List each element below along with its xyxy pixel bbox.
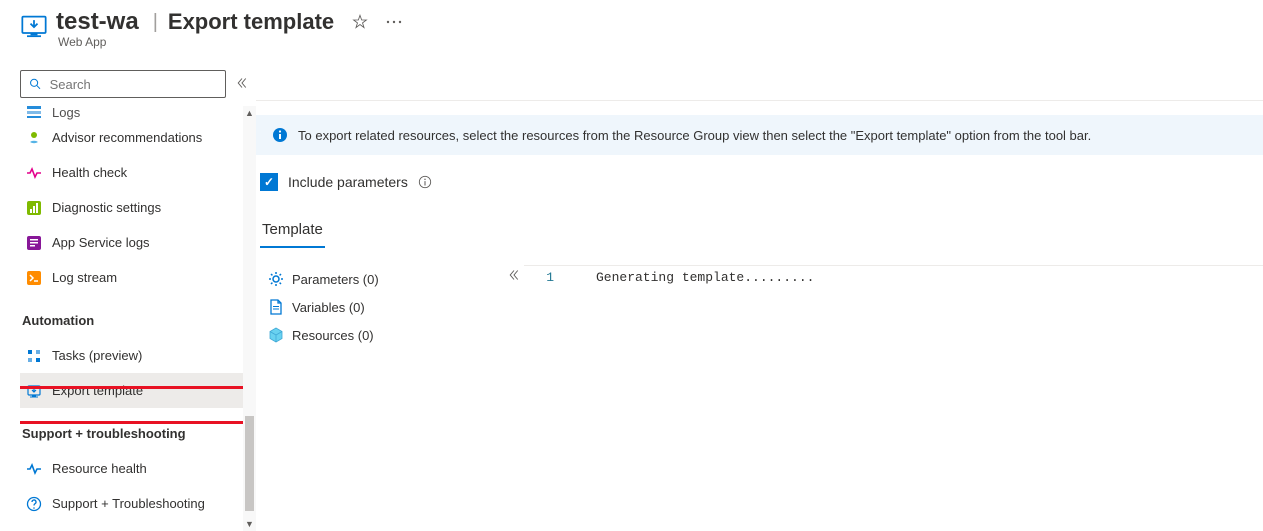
tree-variables[interactable]: Variables (0) bbox=[268, 293, 504, 321]
scroll-thumb[interactable] bbox=[245, 416, 254, 511]
editor-content: Generating template......... bbox=[566, 270, 1263, 349]
sidebar-item-label: Export template bbox=[52, 383, 143, 398]
sidebar-item-app-service-logs[interactable]: App Service logs bbox=[20, 225, 243, 260]
sidebar-item-export-template[interactable]: Export template bbox=[20, 373, 243, 408]
help-tooltip-icon[interactable] bbox=[418, 175, 432, 189]
tree-label: Resources (0) bbox=[292, 328, 374, 343]
scroll-up-button[interactable]: ▲ bbox=[243, 106, 256, 120]
tabs: Template bbox=[260, 215, 1263, 249]
gear-icon bbox=[268, 271, 284, 287]
include-parameters-checkbox[interactable]: ✓ bbox=[260, 173, 278, 191]
title-divider: | bbox=[153, 11, 158, 34]
sidebar-item-label: Resource health bbox=[52, 461, 147, 476]
more-button[interactable] bbox=[386, 20, 402, 24]
webapp-icon bbox=[20, 12, 48, 40]
tree-parameters[interactable]: Parameters (0) bbox=[268, 265, 504, 293]
sidebar-item-resource-health[interactable]: Resource health bbox=[20, 451, 243, 486]
tree-label: Parameters (0) bbox=[292, 272, 379, 287]
sidebar-item-label: Diagnostic settings bbox=[52, 200, 161, 215]
diagnostic-icon bbox=[26, 200, 42, 216]
sidebar: Logs Advisor recommendations Health chec… bbox=[0, 60, 256, 531]
resource-type: Web App bbox=[58, 35, 402, 49]
sidebar-item-label: Log stream bbox=[52, 270, 117, 285]
scroll-down-button[interactable]: ▼ bbox=[243, 517, 256, 531]
search-input[interactable] bbox=[48, 76, 217, 93]
cube-icon bbox=[268, 327, 284, 343]
file-icon bbox=[268, 299, 284, 315]
sidebar-item-label: Advisor recommendations bbox=[52, 130, 202, 145]
sidebar-section-support: Support + troubleshooting bbox=[20, 408, 243, 451]
log-stream-icon bbox=[26, 270, 42, 286]
advisor-icon bbox=[26, 130, 42, 146]
resource-health-icon bbox=[26, 461, 42, 477]
line-number: 1 bbox=[524, 270, 566, 349]
info-banner: To export related resources, select the … bbox=[256, 115, 1263, 155]
template-editor[interactable]: 1 Generating template......... bbox=[524, 265, 1263, 349]
sidebar-section-automation: Automation bbox=[20, 295, 243, 338]
checkmark-icon: ✓ bbox=[264, 175, 274, 189]
sidebar-search[interactable] bbox=[20, 70, 226, 98]
export-template-icon bbox=[26, 383, 42, 399]
collapse-sidebar-button[interactable] bbox=[236, 77, 248, 92]
app-logs-icon bbox=[26, 235, 42, 251]
sidebar-item-label: Support + Troubleshooting bbox=[52, 496, 205, 511]
template-tree: Parameters (0) Variables (0) Resources (… bbox=[256, 265, 504, 349]
sidebar-item-health-check[interactable]: Health check bbox=[20, 155, 243, 190]
page-header: test-wa | Export template Web App bbox=[0, 0, 1263, 60]
sidebar-item-tasks[interactable]: Tasks (preview) bbox=[20, 338, 243, 373]
sidebar-item-log-stream[interactable]: Log stream bbox=[20, 260, 243, 295]
tree-label: Variables (0) bbox=[292, 300, 365, 315]
sidebar-item-label: Logs bbox=[52, 106, 80, 120]
tab-template[interactable]: Template bbox=[260, 215, 325, 248]
info-text: To export related resources, select the … bbox=[298, 128, 1091, 143]
tree-resources[interactable]: Resources (0) bbox=[268, 321, 504, 349]
sidebar-item-label: App Service logs bbox=[52, 235, 150, 250]
favorite-button[interactable] bbox=[352, 14, 368, 30]
resource-name: test-wa bbox=[56, 8, 139, 36]
sidebar-item-advisor[interactable]: Advisor recommendations bbox=[20, 120, 243, 155]
sidebar-item-logs[interactable]: Logs bbox=[20, 106, 243, 120]
tasks-icon bbox=[26, 348, 42, 364]
sidebar-scrollbar[interactable]: ▲ ▼ bbox=[243, 106, 256, 531]
collapse-tree-button[interactable] bbox=[504, 265, 524, 288]
search-icon bbox=[29, 77, 42, 91]
sidebar-item-label: Tasks (preview) bbox=[52, 348, 142, 363]
sidebar-item-support[interactable]: Support + Troubleshooting bbox=[20, 486, 243, 521]
heartbeat-icon bbox=[26, 165, 42, 181]
sidebar-item-diagnostic-settings[interactable]: Diagnostic settings bbox=[20, 190, 243, 225]
include-parameters-label: Include parameters bbox=[288, 174, 408, 190]
logs-icon bbox=[26, 106, 42, 120]
main-content: To export related resources, select the … bbox=[256, 60, 1263, 531]
sidebar-item-label: Health check bbox=[52, 165, 127, 180]
help-circle-icon bbox=[26, 496, 42, 512]
info-icon bbox=[272, 127, 288, 143]
page-title: Export template bbox=[168, 9, 334, 35]
